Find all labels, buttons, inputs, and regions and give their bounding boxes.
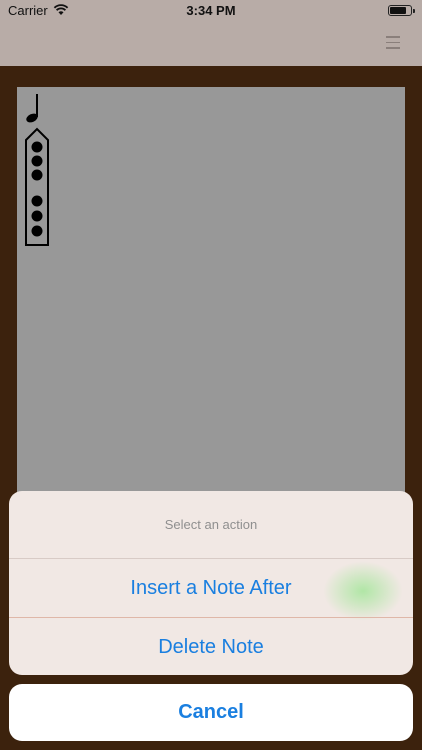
cancel-button[interactable]: Cancel <box>9 684 413 741</box>
delete-note-button[interactable]: Delete Note <box>9 618 413 675</box>
action-sheet-title: Select an action <box>9 491 413 559</box>
insert-note-after-button[interactable]: Insert a Note After <box>9 559 413 618</box>
action-sheet: Select an action Insert a Note After Del… <box>9 491 413 675</box>
